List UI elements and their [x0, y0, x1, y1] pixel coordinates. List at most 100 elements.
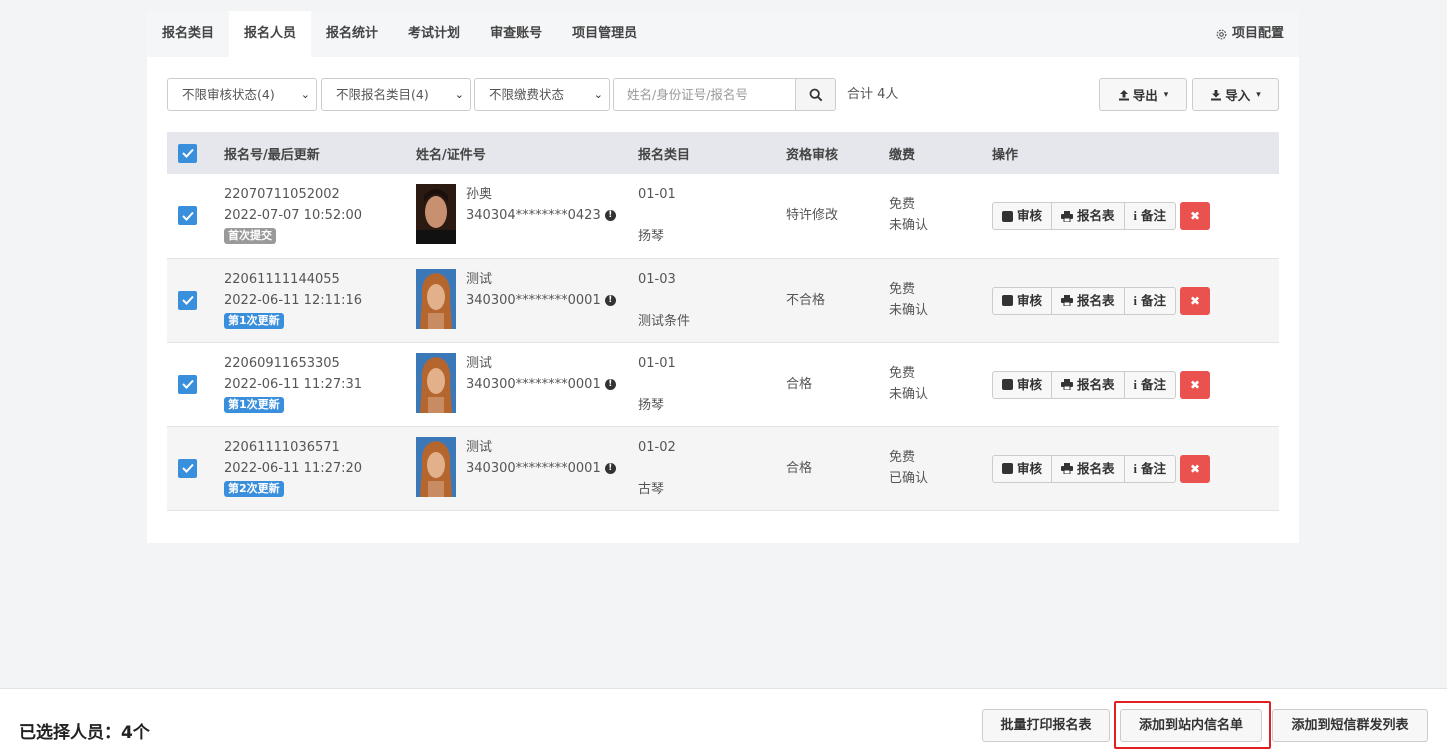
note-label: 备注 [1141, 376, 1167, 392]
form-button[interactable]: 报名表 [1051, 371, 1124, 398]
export-button[interactable]: 导出 ▾ [1099, 78, 1187, 111]
gear-icon [1216, 29, 1227, 39]
payment-select[interactable]: 不限缴费状态 ⌄ [474, 78, 610, 111]
qualification-status: 不合格 [786, 292, 826, 308]
edit-icon [1002, 210, 1013, 222]
avatar [416, 268, 456, 329]
col-fee: 缴费 [889, 147, 916, 163]
form-label: 报名表 [1077, 376, 1115, 392]
info-icon: i [1133, 209, 1138, 223]
payment-value: 不限缴费状态 [489, 87, 565, 102]
search-input[interactable]: 姓名/身份证号/报名号 [613, 78, 796, 111]
id-number: 340300********0001 [466, 376, 601, 392]
check-icon [181, 379, 194, 389]
status-badge: 第1次更新 [224, 312, 284, 329]
review-label: 审核 [1017, 208, 1043, 223]
review-button[interactable]: 审核 [993, 372, 1051, 398]
review-button[interactable]: 审核 [993, 456, 1051, 482]
form-button[interactable]: 报名表 [1051, 455, 1124, 482]
chevron-down-icon: ⌄ [454, 88, 464, 101]
batch-print-button[interactable]: 批量打印报名表 [982, 709, 1110, 742]
tab-exam-plan[interactable]: 考试计划 [393, 11, 475, 57]
category-name: 扬琴 [638, 229, 665, 244]
table-row: 22061111144055 2022-06-11 12:11:16 第1次更新 测试… [167, 258, 1279, 342]
info-icon[interactable]: ! [604, 462, 616, 474]
tab-categories[interactable]: 报名类目 [147, 11, 229, 57]
applicant-table: 报名号/最后更新 姓名/证件号 报名类目 资格审核 缴费 操作 22070711… [167, 132, 1279, 511]
add-sms-button[interactable]: 添加到短信群发列表 [1272, 709, 1428, 742]
note-label: 备注 [1141, 208, 1167, 223]
import-button[interactable]: 导入 ▾ [1192, 78, 1279, 111]
avatar [416, 436, 456, 497]
tab-review-accounts[interactable]: 审查账号 [475, 11, 557, 57]
close-icon: ✖ [1190, 377, 1201, 392]
note-label: 备注 [1141, 292, 1167, 308]
status-badge: 第2次更新 [224, 480, 284, 497]
caret-down-icon: ▾ [1256, 89, 1261, 100]
fee-type: 免费 [889, 449, 916, 465]
note-button[interactable]: i 备注 [1123, 371, 1176, 398]
tab-bar: 报名类目 报名人员 报名统计 考试计划 审查账号 项目管理员 项目配置 [147, 11, 1299, 57]
note-button[interactable]: i 备注 [1123, 455, 1176, 482]
import-label: 导入 [1225, 88, 1251, 103]
print-icon [1061, 463, 1074, 474]
category-name: 测试条件 [638, 313, 691, 329]
search-button[interactable] [795, 78, 836, 111]
project-config-link[interactable]: 项目配置 [1215, 11, 1284, 57]
review-button[interactable]: 审核 [993, 288, 1051, 314]
review-label: 审核 [1017, 292, 1043, 308]
registration-id: 22061111036571 [224, 439, 340, 455]
registration-id: 22060911653305 [224, 355, 340, 371]
edit-icon [1002, 463, 1013, 474]
table-row: 22070711052002 2022-07-07 10:52:00 首次提交 孙奥 3… [167, 174, 1279, 258]
form-button[interactable]: 报名表 [1051, 203, 1124, 229]
qualification-status: 合格 [786, 376, 813, 392]
category-code: 01-01 [638, 187, 676, 202]
row-checkbox[interactable] [178, 374, 197, 394]
last-updated: 2022-06-11 12:11:16 [224, 292, 363, 308]
row-checkbox[interactable] [178, 206, 197, 225]
row-checkbox[interactable] [178, 458, 197, 478]
delete-button[interactable]: ✖ [1180, 454, 1211, 483]
print-icon [1061, 210, 1074, 222]
status-badge: 第1次更新 [224, 396, 284, 413]
review-status-select[interactable]: 不限审核状态(4) ⌄ [167, 78, 317, 111]
qualification-status: 合格 [786, 460, 813, 476]
delete-button[interactable]: ✖ [1180, 202, 1211, 230]
note-label: 备注 [1141, 460, 1167, 476]
row-checkbox[interactable] [178, 290, 197, 310]
avatar [416, 352, 456, 413]
review-label: 审核 [1017, 376, 1043, 392]
delete-button[interactable]: ✖ [1180, 286, 1211, 315]
delete-button[interactable]: ✖ [1180, 370, 1211, 399]
note-button[interactable]: i 备注 [1123, 203, 1176, 229]
info-icon[interactable]: ! [604, 210, 616, 221]
review-button[interactable]: 审核 [993, 203, 1051, 229]
form-button[interactable]: 报名表 [1051, 287, 1124, 314]
filter-toolbar: 不限审核状态(4) ⌄ 不限报名类目(4) ⌄ 不限缴费状态 ⌄ 姓名/身份证号/报名… [167, 78, 1279, 112]
chevron-down-icon: ⌄ [300, 88, 310, 101]
col-actions: 操作 [992, 147, 1019, 163]
info-icon[interactable]: ! [604, 294, 616, 306]
tab-applicants[interactable]: 报名人员 [229, 11, 312, 57]
print-icon [1061, 295, 1074, 306]
chevron-down-icon: ⌄ [593, 88, 603, 101]
search-icon [809, 88, 822, 101]
download-icon [1211, 89, 1222, 100]
info-icon[interactable]: ! [604, 378, 616, 390]
fee-status: 已确认 [889, 470, 929, 486]
tab-statistics[interactable]: 报名统计 [311, 11, 393, 57]
note-button[interactable]: i 备注 [1123, 287, 1176, 314]
info-icon: i [1133, 293, 1138, 308]
tab-project-admins[interactable]: 项目管理员 [557, 11, 652, 57]
fee-type: 免费 [889, 281, 916, 297]
registration-id: 22061111144055 [224, 271, 340, 287]
table-row: 22061111036571 2022-06-11 11:27:20 第2次更新 测试… [167, 426, 1279, 510]
category-name: 古琴 [638, 481, 665, 497]
category-select[interactable]: 不限报名类目(4) ⌄ [321, 78, 471, 111]
qualification-status: 特许修改 [786, 208, 839, 223]
last-updated: 2022-06-11 11:27:20 [224, 460, 363, 476]
last-updated: 2022-07-07 10:52:00 [224, 208, 363, 223]
info-icon: i [1133, 377, 1138, 392]
select-all-checkbox[interactable] [178, 143, 197, 163]
